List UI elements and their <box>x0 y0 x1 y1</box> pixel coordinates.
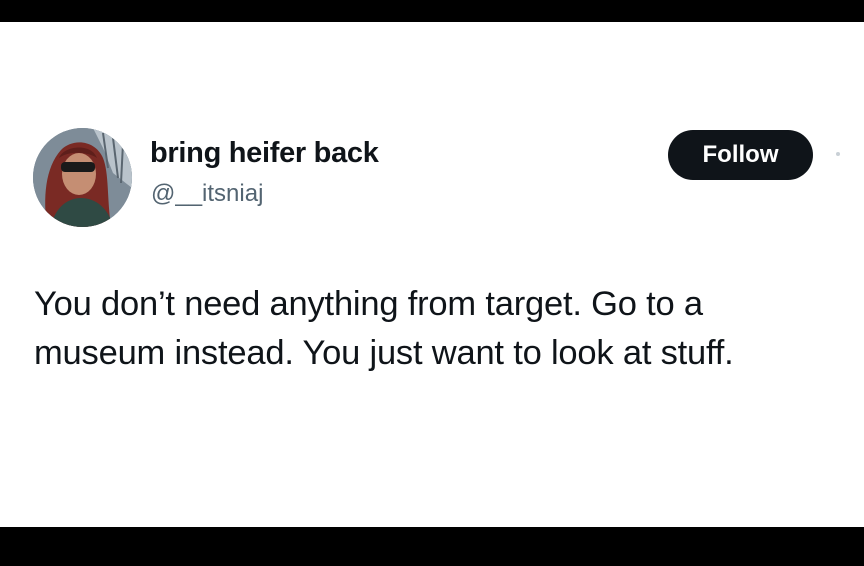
more-options-icon[interactable] <box>836 152 840 156</box>
follow-button[interactable]: Follow <box>668 130 813 180</box>
avatar[interactable] <box>33 128 132 227</box>
tweet-text-line: You don’t need anything from target. Go … <box>34 285 703 323</box>
profile-photo-icon <box>33 128 132 227</box>
tweet-card: bring heifer back @__itsniaj Follow You … <box>0 22 864 527</box>
tweet-text: You don’t need anything from target. Go … <box>34 280 834 378</box>
tweet-text-line: museum instead. You just want to look at… <box>34 334 734 372</box>
user-handle[interactable]: @__itsniaj <box>151 179 263 209</box>
display-name[interactable]: bring heifer back <box>150 136 379 170</box>
